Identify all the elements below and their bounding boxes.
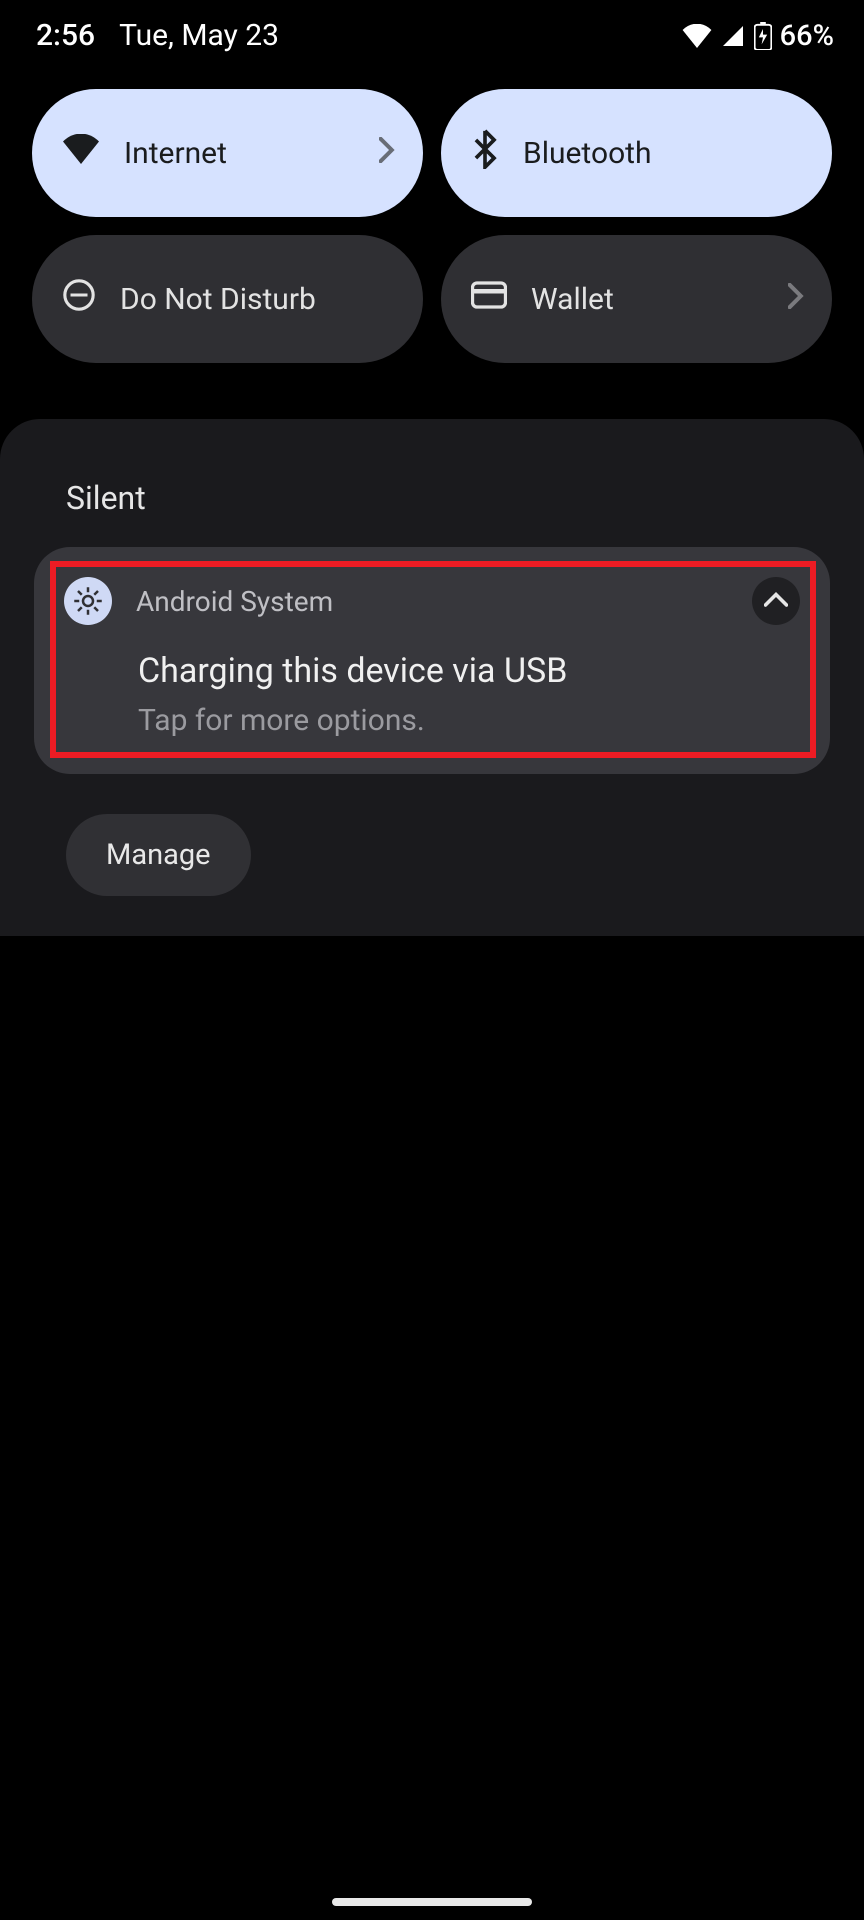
notification-shade: Silent Android System Charging this devi…	[0, 419, 864, 936]
chevron-right-icon	[788, 282, 804, 317]
bluetooth-icon	[471, 129, 499, 177]
wallet-icon	[471, 281, 507, 317]
chevron-up-icon	[764, 591, 788, 611]
dnd-icon	[62, 278, 96, 320]
qs-tile-dnd[interactable]: Do Not Disturb	[32, 235, 423, 363]
notification-app-name: Android System	[136, 585, 333, 618]
qs-tile-label: Do Not Disturb	[120, 282, 395, 317]
notification-body: Tap for more options.	[138, 703, 800, 738]
status-date: Tue, May 23	[119, 18, 279, 53]
notification-card[interactable]: Android System Charging this device via …	[34, 547, 830, 774]
android-system-gear-icon	[64, 577, 112, 625]
manage-notifications-button[interactable]: Manage	[66, 814, 251, 896]
status-bar: 2:56 Tue, May 23 66%	[0, 0, 864, 63]
qs-tile-wallet[interactable]: Wallet	[441, 235, 832, 363]
quick-settings-tiles: Internet Bluetooth Do Not Disturb Wallet	[0, 63, 864, 363]
qs-tile-internet[interactable]: Internet	[32, 89, 423, 217]
battery-icon	[754, 22, 772, 50]
qs-tile-label: Wallet	[531, 282, 764, 317]
qs-tile-bluetooth[interactable]: Bluetooth	[441, 89, 832, 217]
qs-tile-label: Bluetooth	[523, 136, 804, 171]
cell-signal-icon	[720, 24, 746, 48]
status-indicators: 66%	[682, 19, 834, 53]
qs-tile-label: Internet	[124, 136, 355, 171]
wifi-icon	[62, 134, 100, 172]
chevron-right-icon	[379, 136, 395, 171]
wifi-icon	[682, 24, 712, 48]
notification-title: Charging this device via USB	[138, 651, 800, 691]
nav-bar-handle[interactable]	[332, 1898, 532, 1906]
battery-percentage: 66%	[780, 19, 834, 53]
collapse-button[interactable]	[752, 577, 800, 625]
status-time: 2:56	[36, 18, 95, 53]
notification-section-silent: Silent	[0, 479, 864, 547]
